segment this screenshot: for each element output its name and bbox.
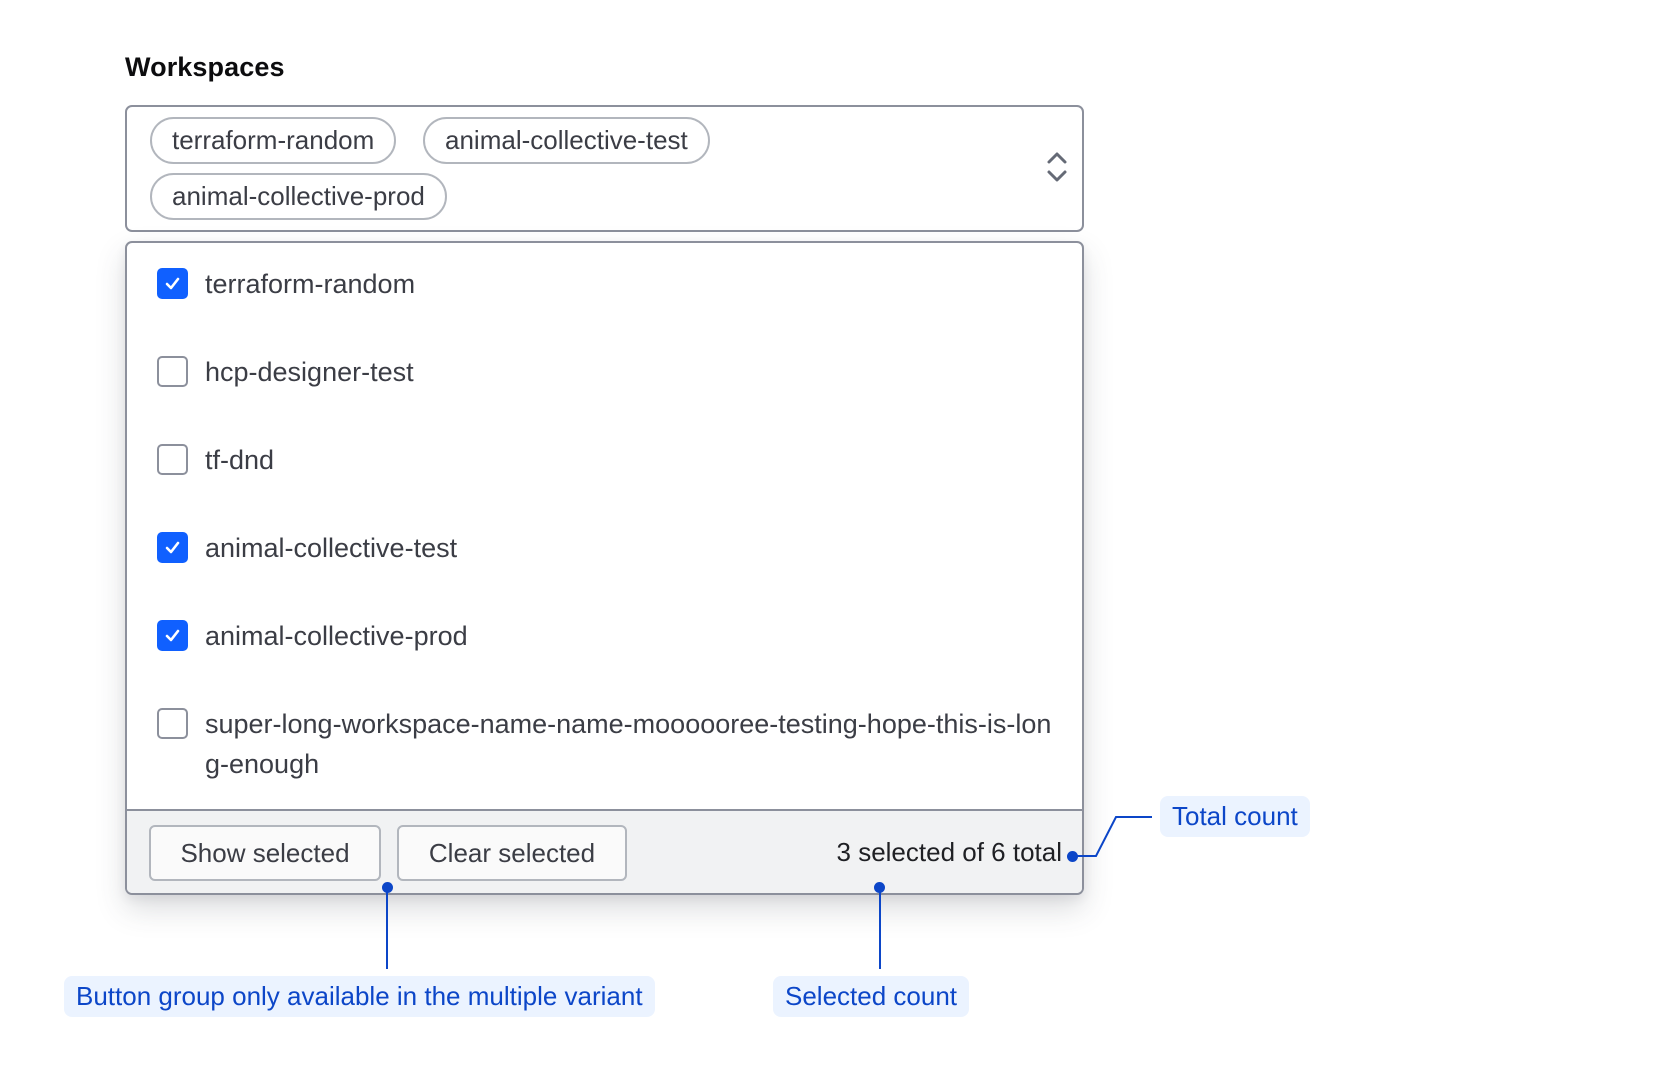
total-count-dot — [1067, 851, 1078, 862]
annotation-connectors — [1072, 816, 1152, 857]
button-group-connector — [386, 887, 388, 969]
annotation-selected-count: Selected count — [773, 976, 970, 1017]
stage: Workspaces terraform-random animal-colle… — [0, 0, 1672, 1080]
selected-count-connector — [879, 887, 881, 969]
annotation-total-count: Total count — [1160, 796, 1310, 837]
total-count-connector — [1072, 816, 1152, 857]
annotation-button-group: Button group only available in the multi… — [64, 976, 655, 1017]
